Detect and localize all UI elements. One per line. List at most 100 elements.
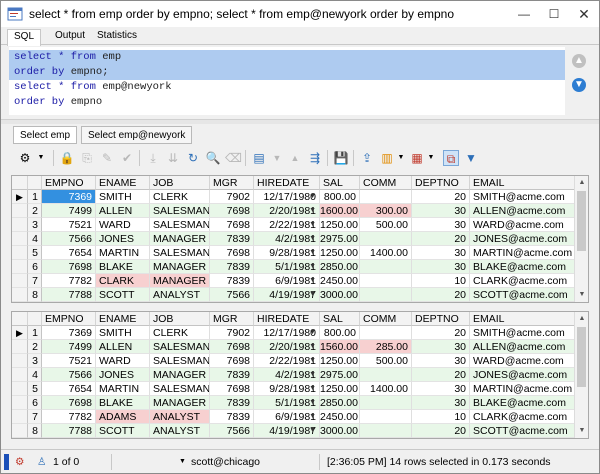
- cell-ename[interactable]: BLAKE: [96, 260, 150, 274]
- scroll-up-icon[interactable]: ▲: [575, 176, 588, 190]
- cell-email[interactable]: JONES@acme.com: [470, 232, 576, 246]
- cell-sal[interactable]: 1250.00: [320, 218, 360, 232]
- chevron-down-icon[interactable]: ▼: [309, 396, 316, 409]
- cell-email[interactable]: BLAKE@acme.com: [470, 260, 576, 274]
- compare-results-icon[interactable]: ⧉: [443, 150, 459, 166]
- cell-ename[interactable]: SMITH: [96, 190, 150, 204]
- cell-job[interactable]: ANALYST: [150, 288, 210, 302]
- cell-comm[interactable]: [360, 396, 412, 410]
- cell-hiredate[interactable]: 6/9/1981 ▼: [254, 410, 320, 424]
- cell-sal[interactable]: 2975.00: [320, 232, 360, 246]
- cell-mgr[interactable]: 7698: [210, 382, 254, 396]
- column-header-hiredate[interactable]: HIREDATE: [254, 176, 320, 190]
- cell-ename[interactable]: BLAKE: [96, 396, 150, 410]
- cell-email[interactable]: ALLEN@acme.com: [470, 340, 576, 354]
- cell-sal[interactable]: 800.00: [320, 190, 360, 204]
- cell-comm[interactable]: [360, 274, 412, 288]
- cell-sal[interactable]: 2450.00: [320, 274, 360, 288]
- cell-empno[interactable]: 7521: [42, 354, 96, 368]
- column-header-empno[interactable]: EMPNO: [42, 176, 96, 190]
- cell-email[interactable]: SCOTT@acme.com: [470, 424, 576, 438]
- cell-email[interactable]: JONES@acme.com: [470, 368, 576, 382]
- current-row-indicator-icon[interactable]: ▶: [12, 190, 28, 204]
- cell-deptno[interactable]: 30: [412, 340, 470, 354]
- column-header-comm[interactable]: COMM: [360, 176, 412, 190]
- row-indicator[interactable]: [12, 424, 28, 438]
- chevron-down-icon[interactable]: ▼: [309, 288, 316, 301]
- cell-deptno[interactable]: 30: [412, 204, 470, 218]
- cell-email[interactable]: SMITH@acme.com: [470, 326, 576, 340]
- cell-empno[interactable]: 7788: [42, 424, 96, 438]
- close-button[interactable]: ✕: [569, 1, 599, 27]
- debug-icon[interactable]: ⚙: [15, 456, 24, 468]
- column-header-sal[interactable]: SAL: [320, 176, 360, 190]
- cell-email[interactable]: CLARK@acme.com: [470, 274, 576, 288]
- cell-job[interactable]: MANAGER: [150, 260, 210, 274]
- chevron-down-icon[interactable]: ▼: [309, 246, 316, 259]
- column-header-mgr[interactable]: MGR: [210, 312, 254, 326]
- column-header-deptno[interactable]: DEPTNO: [412, 312, 470, 326]
- row-indicator[interactable]: [12, 396, 28, 410]
- cell-comm[interactable]: [360, 410, 412, 424]
- cell-hiredate[interactable]: 4/19/1987 ▼: [254, 288, 320, 302]
- cell-job[interactable]: ANALYST: [150, 410, 210, 424]
- cell-mgr[interactable]: 7566: [210, 288, 254, 302]
- cell-empno[interactable]: 7698: [42, 396, 96, 410]
- cell-empno[interactable]: 7782: [42, 410, 96, 424]
- find-icon[interactable]: 🔍: [205, 150, 221, 166]
- single-record-view-icon[interactable]: ▤: [251, 150, 267, 166]
- cell-deptno[interactable]: 30: [412, 260, 470, 274]
- cell-ename[interactable]: JONES: [96, 232, 150, 246]
- cell-ename[interactable]: ADAMS: [96, 410, 150, 424]
- cell-comm[interactable]: 300.00: [360, 204, 412, 218]
- cell-mgr[interactable]: 7839: [210, 410, 254, 424]
- cell-job[interactable]: SALESMAN: [150, 340, 210, 354]
- cell-empno[interactable]: 7499: [42, 340, 96, 354]
- column-header-hiredate[interactable]: HIREDATE: [254, 312, 320, 326]
- cell-ename[interactable]: MARTIN: [96, 382, 150, 396]
- export-icon[interactable]: ⇪: [359, 150, 375, 166]
- cell-job[interactable]: SALESMAN: [150, 382, 210, 396]
- cell-job[interactable]: SALESMAN: [150, 218, 210, 232]
- cell-deptno[interactable]: 30: [412, 396, 470, 410]
- cell-mgr[interactable]: 7698: [210, 354, 254, 368]
- connection-dropdown-icon[interactable]: ▼: [179, 458, 186, 465]
- cell-ename[interactable]: CLARK: [96, 274, 150, 288]
- cell-empno[interactable]: 7788: [42, 288, 96, 302]
- row-indicator[interactable]: [12, 288, 28, 302]
- cell-empno[interactable]: 7499: [42, 204, 96, 218]
- cell-ename[interactable]: SCOTT: [96, 288, 150, 302]
- cell-empno[interactable]: 7654: [42, 246, 96, 260]
- result-grid-emp[interactable]: EMPNO ENAME JOB MGR HIREDATE SAL COMM DE…: [11, 175, 589, 303]
- column-header-job[interactable]: JOB: [150, 176, 210, 190]
- cell-ename[interactable]: SCOTT: [96, 424, 150, 438]
- cell-hiredate[interactable]: 2/20/1981 ▼: [254, 340, 320, 354]
- cell-sal[interactable]: 2975.00: [320, 368, 360, 382]
- result-tab-select-emp[interactable]: Select emp: [13, 126, 78, 144]
- cell-job[interactable]: MANAGER: [150, 396, 210, 410]
- refresh-icon[interactable]: ↻: [185, 150, 201, 166]
- cell-sal[interactable]: 1250.00: [320, 354, 360, 368]
- scroll-up-icon[interactable]: ▲: [575, 312, 588, 326]
- cell-empno[interactable]: 7521: [42, 218, 96, 232]
- column-header-email[interactable]: EMAIL: [470, 312, 576, 326]
- chevron-down-icon[interactable]: ▼: [309, 326, 316, 339]
- scroll-thumb[interactable]: [577, 327, 586, 387]
- next-statement-icon[interactable]: ▼: [572, 78, 586, 92]
- save-icon[interactable]: 💾: [333, 150, 349, 166]
- chevron-down-icon[interactable]: ▼: [33, 150, 49, 166]
- cell-comm[interactable]: 285.00: [360, 340, 412, 354]
- cell-job[interactable]: MANAGER: [150, 368, 210, 382]
- linked-query-icon[interactable]: ⇶: [307, 150, 323, 166]
- row-indicator[interactable]: [12, 246, 28, 260]
- cell-comm[interactable]: [360, 288, 412, 302]
- column-header-ename[interactable]: ENAME: [96, 176, 150, 190]
- cell-hiredate[interactable]: 9/28/1981 ▼: [254, 246, 320, 260]
- cell-deptno[interactable]: 20: [412, 368, 470, 382]
- cell-ename[interactable]: WARD: [96, 218, 150, 232]
- cell-sal[interactable]: 1250.00: [320, 382, 360, 396]
- chevron-down-icon[interactable]: ▼: [423, 150, 439, 166]
- column-header-comm[interactable]: COMM: [360, 312, 412, 326]
- cell-email[interactable]: SMITH@acme.com: [470, 190, 576, 204]
- column-header-mgr[interactable]: MGR: [210, 176, 254, 190]
